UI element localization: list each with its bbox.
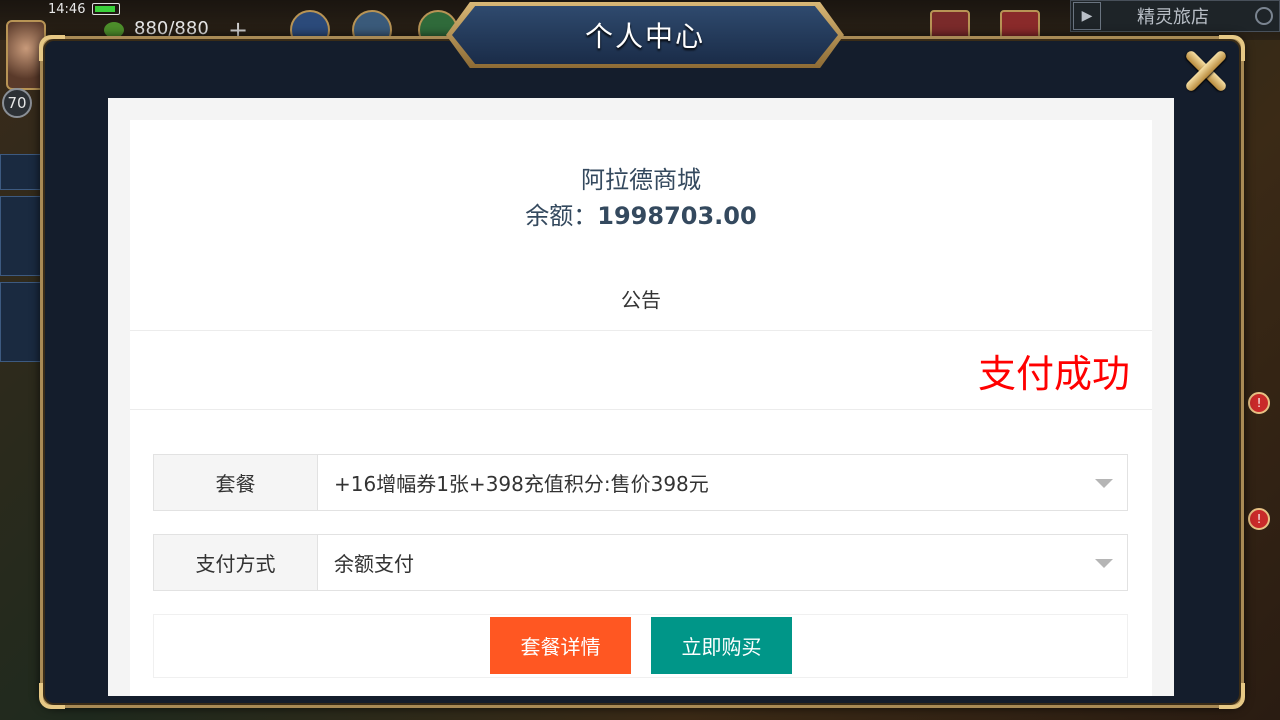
frame-corner — [39, 683, 65, 709]
shop-webview: 阿拉德商城 余额：1998703.00 公告 支付成功 套餐 +16增幅券1张+… — [108, 98, 1174, 696]
chevron-down-icon — [1095, 479, 1113, 488]
payment-method-value: 余额支付 — [334, 552, 414, 576]
balance-row: 余额：1998703.00 — [130, 196, 1152, 231]
close-button[interactable] — [1176, 42, 1234, 100]
buy-now-button[interactable]: 立即购买 — [651, 617, 792, 674]
payment-status-text: 支付成功 — [977, 352, 1130, 396]
title-banner: 个人中心 — [452, 6, 838, 64]
search-icon[interactable] — [1255, 7, 1273, 25]
modal-title: 个人中心 — [584, 20, 705, 53]
inn-button[interactable]: ▶ 精灵旅店 — [1070, 0, 1280, 32]
frame-corner — [39, 35, 65, 61]
package-select-value: +16增幅券1张+398充值积分:售价398元 — [334, 472, 709, 496]
side-quest-panel-main[interactable] — [0, 196, 44, 276]
battery-icon — [92, 3, 120, 15]
balance-label: 余额： — [525, 202, 598, 230]
payment-method-select[interactable]: 余额支付 — [318, 535, 1127, 590]
side-quest-panel-sub[interactable] — [0, 282, 44, 362]
notice-box: 支付成功 — [130, 330, 1152, 410]
payment-method-row: 支付方式 余额支付 — [153, 534, 1128, 591]
expand-arrow-icon[interactable]: ▶ — [1073, 2, 1101, 30]
frame-corner — [1219, 683, 1245, 709]
balance-value: 1998703.00 — [597, 202, 757, 230]
payment-method-label: 支付方式 — [154, 535, 318, 590]
notification-badge: ! — [1248, 508, 1270, 530]
action-button-area: 套餐详情 立即购买 — [153, 614, 1128, 678]
shop-card: 阿拉德商城 余额：1998703.00 公告 支付成功 套餐 +16增幅券1张+… — [130, 120, 1152, 696]
status-time: 14:46 — [48, 2, 86, 17]
player-level-badge: 70 — [2, 88, 32, 118]
side-quest-tab[interactable] — [0, 154, 44, 190]
package-details-button[interactable]: 套餐详情 — [490, 617, 631, 674]
inn-label: 精灵旅店 — [1137, 7, 1209, 28]
notification-badge: ! — [1248, 392, 1270, 414]
notice-title: 公告 — [621, 288, 661, 312]
chevron-down-icon — [1095, 559, 1113, 568]
package-row: 套餐 +16增幅券1张+398充值积分:售价398元 — [153, 454, 1128, 511]
package-select[interactable]: +16增幅券1张+398充值积分:售价398元 — [318, 455, 1127, 510]
package-label: 套餐 — [154, 455, 318, 510]
shop-name: 阿拉德商城 — [581, 166, 701, 194]
